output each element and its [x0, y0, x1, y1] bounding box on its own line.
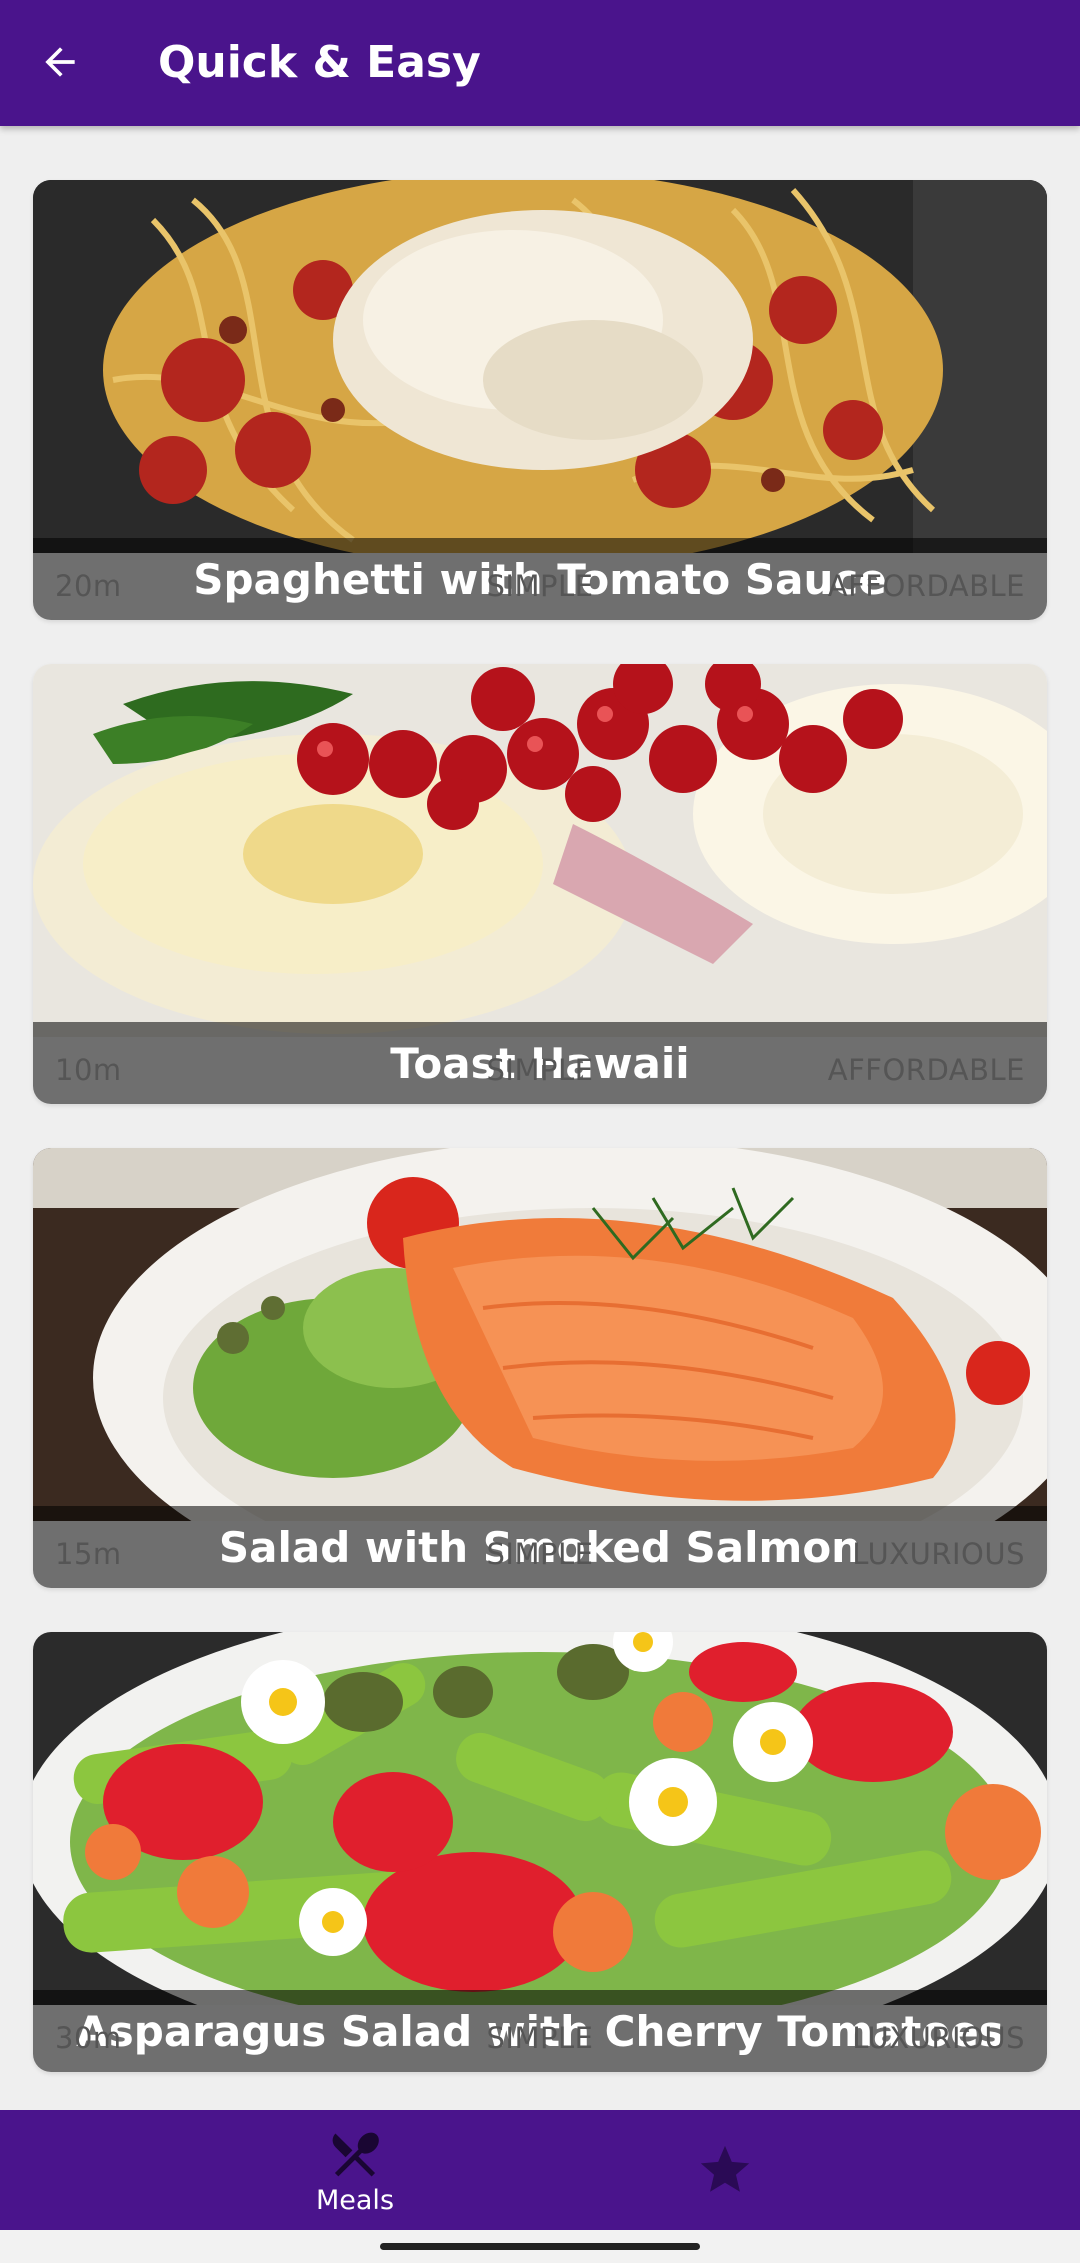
- meal-affordability: LUXURIOUS: [852, 1537, 1025, 1571]
- meal-info-row: 15m SIMPLE LUXURIOUS: [33, 1521, 1047, 1588]
- nav-item-favorites[interactable]: [620, 2110, 830, 2230]
- asparagus-salad-photo: [33, 1632, 1047, 2005]
- spaghetti-photo: [33, 180, 1047, 553]
- meal-card-toast-hawaii[interactable]: Toast Hawaii 10m SIMPLE AFFORDABLE: [33, 664, 1047, 1104]
- gesture-handle[interactable]: [380, 2243, 700, 2250]
- meal-card-smoked-salmon[interactable]: Salad with Smoked Salmon 15m SIMPLE LUXU…: [33, 1148, 1047, 1588]
- meal-list: Spaghetti with Tomato Sauce 20m SIMPLE A…: [33, 180, 1047, 2116]
- smoked-salmon-salad-photo: [33, 1148, 1047, 1521]
- fork-knife-icon: [332, 2132, 379, 2176]
- meal-card-asparagus-salad[interactable]: Asparagus Salad with Cherry Tomatoes 30m…: [33, 1632, 1047, 2072]
- nav-item-meals[interactable]: Meals: [250, 2110, 460, 2230]
- app-bar: Quick & Easy: [0, 0, 1080, 126]
- meal-affordability: LUXURIOUS: [852, 2021, 1025, 2055]
- back-button[interactable]: [28, 30, 92, 94]
- meal-info-row: 30m SIMPLE LUXURIOUS: [33, 2005, 1047, 2072]
- meal-card-spaghetti[interactable]: Spaghetti with Tomato Sauce 20m SIMPLE A…: [33, 180, 1047, 620]
- arrow-back-icon: [45, 47, 75, 77]
- meal-info-row: 20m SIMPLE AFFORDABLE: [33, 553, 1047, 620]
- meal-info-row: 10m SIMPLE AFFORDABLE: [33, 1037, 1047, 1104]
- page-title: Quick & Easy: [158, 37, 481, 88]
- bottom-navigation: Meals: [0, 2110, 1080, 2230]
- meal-affordability: AFFORDABLE: [827, 569, 1025, 603]
- toast-hawaii-photo: [33, 664, 1047, 1037]
- nav-label-meals: Meals: [315, 2184, 395, 2216]
- star-icon: [700, 2145, 750, 2192]
- meal-affordability: AFFORDABLE: [827, 1053, 1025, 1087]
